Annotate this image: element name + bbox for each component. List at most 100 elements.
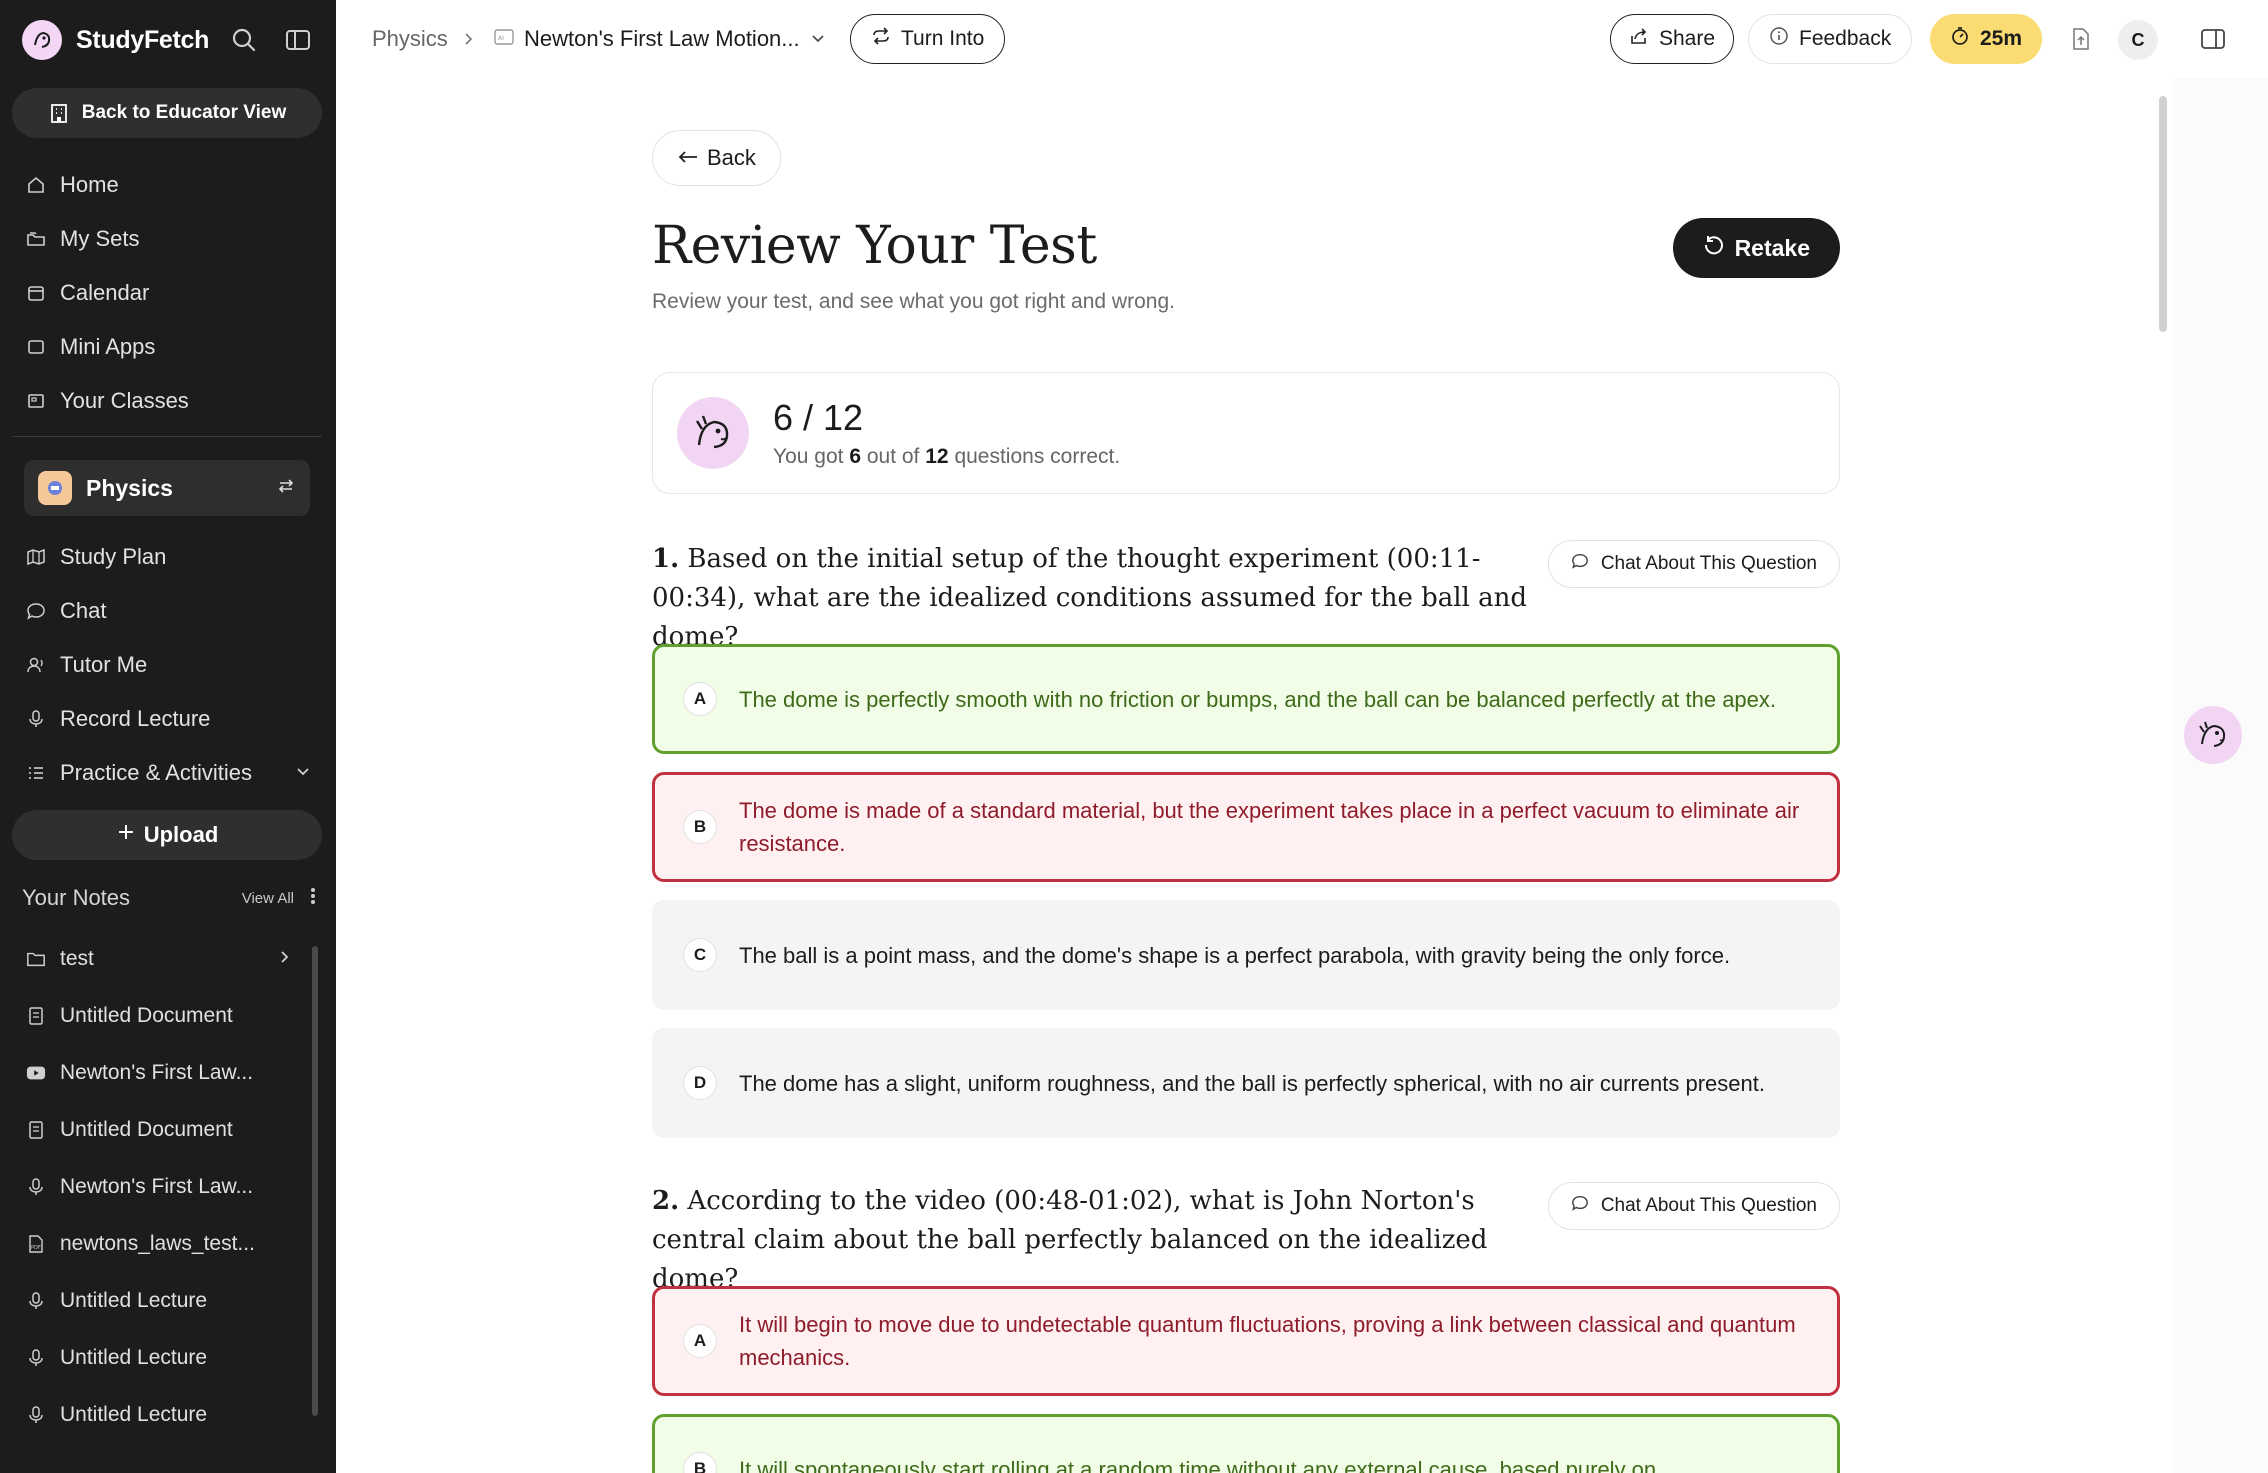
back-button[interactable]: Back (652, 130, 781, 186)
turn-into-button[interactable]: Turn Into (850, 14, 1006, 64)
share-label: Share (1659, 27, 1716, 50)
nav-label: Home (60, 172, 119, 197)
user-avatar[interactable]: C (2118, 20, 2158, 60)
question-body: Based on the initial setup of the though… (652, 544, 1528, 652)
feedback-button[interactable]: Feedback (1748, 14, 1913, 64)
nav-item-home[interactable]: Home (0, 158, 336, 212)
note-item[interactable]: Untitled Document (0, 987, 310, 1044)
nav-item-my-sets[interactable]: My Sets (0, 212, 336, 266)
nav-item-tutor-me[interactable]: Tutor Me (0, 638, 336, 692)
nav-label: Mini Apps (60, 334, 156, 359)
chat-about-question-button[interactable]: Chat About This Question (1547, 540, 1840, 588)
calendar-icon (26, 283, 46, 303)
note-item[interactable]: Newton's First Law... (0, 1044, 310, 1101)
folders-icon (26, 229, 46, 249)
microphone-icon (26, 1291, 46, 1311)
share-icon (1629, 26, 1649, 52)
note-label: Newton's First Law... (60, 1174, 254, 1198)
nav-item-mini-apps[interactable]: Mini Apps (0, 320, 336, 374)
folder-icon (26, 949, 46, 969)
retake-button[interactable]: Retake (1672, 218, 1840, 278)
question-text: 2. According to the video (00:48-01:02),… (652, 1182, 1532, 1299)
switch-arrows-icon[interactable] (276, 476, 296, 501)
microphone-icon (26, 1405, 46, 1425)
breadcrumb-document[interactable]: AI Newton's First Law Motion... (494, 20, 826, 58)
app-window-icon (26, 337, 46, 357)
pdf-icon: PDF (26, 1234, 46, 1254)
panel-toggle-icon[interactable] (2196, 22, 2230, 56)
answer-option-wrong[interactable]: B The dome is made of a standard materia… (652, 772, 1840, 882)
note-label: Untitled Document (60, 1117, 233, 1141)
answer-option-correct[interactable]: A The dome is perfectly smooth with no f… (652, 644, 1840, 754)
nav-label: Record Lecture (60, 706, 211, 731)
score-fraction: 6 / 12 (773, 397, 864, 438)
question-1: 1. Based on the initial setup of the tho… (652, 540, 1840, 1138)
nav-item-chat[interactable]: Chat (0, 584, 336, 638)
note-item-folder[interactable]: test (0, 930, 310, 987)
class-nav: Study Plan Chat Tutor Me Record Lecture … (0, 530, 336, 800)
chevron-right-icon[interactable] (276, 947, 292, 971)
nav-item-calendar[interactable]: Calendar (0, 266, 336, 320)
answer-option-correct[interactable]: B It will spontaneously start rolling at… (652, 1414, 1840, 1473)
sidebar-scroll-thumb[interactable] (312, 946, 318, 1416)
nav-item-your-classes[interactable]: Your Classes (0, 374, 336, 428)
note-item[interactable]: Newton's First Law... (0, 1158, 310, 1215)
nav-item-study-plan[interactable]: Study Plan (0, 530, 336, 584)
option-text: The ball is a point mass, and the dome's… (739, 942, 1731, 968)
score-summary: You got 6 out of 12 questions correct. (773, 445, 1120, 469)
breadcrumb-root[interactable]: Physics (372, 20, 448, 58)
back-to-educator-button[interactable]: Back to Educator View (12, 88, 322, 138)
brand[interactable]: StudyFetch (22, 20, 209, 60)
view-all-link[interactable]: View All (242, 890, 294, 907)
document-icon (26, 1006, 46, 1026)
score-total-count: 12 (925, 445, 949, 468)
note-item[interactable]: Untitled Document (0, 1101, 310, 1158)
class-badge-icon (38, 471, 72, 505)
brand-name: StudyFetch (76, 25, 210, 54)
more-vertical-icon[interactable] (310, 886, 316, 911)
note-item[interactable]: PDF newtons_laws_test... (0, 1215, 310, 1272)
note-item[interactable]: Untitled Lecture (0, 1386, 310, 1443)
top-bar: Physics AI Newton's First Law Motion... … (336, 0, 2268, 78)
nav-item-practice-activities[interactable]: Practice & Activities (0, 746, 336, 800)
answer-option-wrong[interactable]: A It will begin to move due to undetecta… (652, 1286, 1840, 1396)
mascot-assistant-button[interactable] (2184, 706, 2242, 764)
rotate-ccw-icon (1703, 234, 1725, 262)
search-icon[interactable] (228, 24, 260, 56)
timer-button[interactable]: 25m (1930, 14, 2043, 64)
note-item[interactable]: Untitled Lecture (0, 1272, 310, 1329)
nav-label: My Sets (60, 226, 140, 251)
note-label: newtons_laws_test... (60, 1231, 255, 1255)
svg-text:AI: AI (498, 35, 504, 42)
file-upload-icon[interactable] (2064, 22, 2098, 56)
option-text: The dome is made of a standard material,… (739, 798, 1800, 856)
notes-header: Your Notes View All (22, 880, 316, 916)
chat-about-question-button[interactable]: Chat About This Question (1547, 1182, 1840, 1230)
share-button[interactable]: Share (1610, 14, 1735, 64)
note-item[interactable]: Untitled Lecture (0, 1329, 310, 1386)
main-scroll-thumb[interactable] (2159, 96, 2167, 332)
nav-item-record-lecture[interactable]: Record Lecture (0, 692, 336, 746)
image-doc-icon: AI (494, 26, 514, 52)
upload-button[interactable]: Upload (12, 810, 322, 860)
note-label: Untitled Document (60, 1003, 233, 1027)
sidebar-scrollbar[interactable] (310, 932, 320, 1432)
info-icon (1769, 26, 1789, 52)
plus-icon (116, 822, 136, 848)
answer-options: A The dome is perfectly smooth with no f… (652, 644, 1840, 1156)
main-scrollbar[interactable] (2156, 78, 2170, 1473)
chevron-down-icon[interactable] (294, 760, 312, 786)
question-body: According to the video (00:48-01:02), wh… (652, 1186, 1488, 1294)
answer-option[interactable]: D The dome has a slight, uniform roughne… (652, 1028, 1840, 1138)
note-label: Newton's First Law... (60, 1060, 254, 1084)
sidebar-toggle-icon[interactable] (282, 24, 314, 56)
classes-icon (26, 391, 46, 411)
sidebar: StudyFetch Back to Educator View Home My… (0, 0, 336, 1473)
studyfetch-logo-icon (22, 20, 62, 60)
microphone-icon (26, 1348, 46, 1368)
notes-list: test Untitled Document Newton's First La… (0, 930, 310, 1443)
option-letter: C (683, 938, 717, 972)
class-selector[interactable]: Physics (24, 460, 310, 516)
youtube-icon (26, 1063, 46, 1083)
answer-option[interactable]: C The ball is a point mass, and the dome… (652, 900, 1840, 1010)
